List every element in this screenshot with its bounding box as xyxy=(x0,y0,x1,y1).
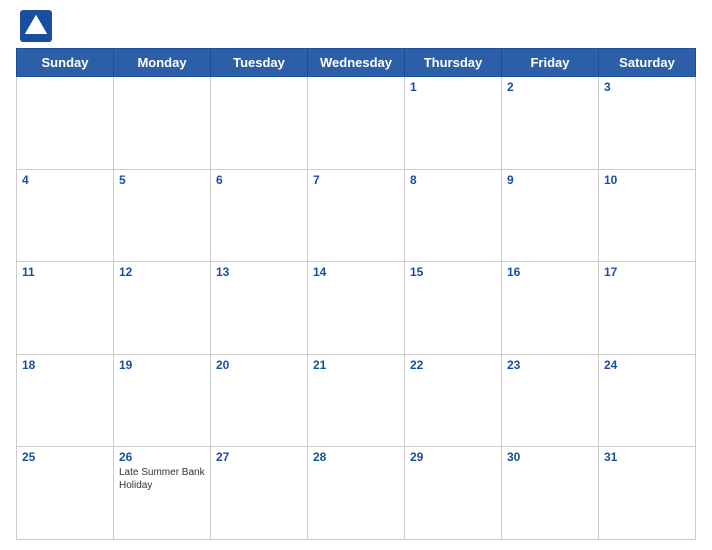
calendar-cell: 13 xyxy=(211,262,308,355)
calendar-cell: 28 xyxy=(308,447,405,540)
calendar-cell: 14 xyxy=(308,262,405,355)
calendar-cell: 12 xyxy=(114,262,211,355)
day-number: 19 xyxy=(119,358,205,372)
calendar-cell xyxy=(114,77,211,170)
calendar-cell: 19 xyxy=(114,354,211,447)
day-number: 11 xyxy=(22,265,108,279)
day-number: 5 xyxy=(119,173,205,187)
day-number: 23 xyxy=(507,358,593,372)
weekday-tuesday: Tuesday xyxy=(211,49,308,77)
weekday-header-row: SundayMondayTuesdayWednesdayThursdayFrid… xyxy=(17,49,696,77)
calendar-cell: 7 xyxy=(308,169,405,262)
calendar-cell: 2 xyxy=(502,77,599,170)
day-number: 13 xyxy=(216,265,302,279)
day-number: 24 xyxy=(604,358,690,372)
calendar-cell: 26 Late Summer Bank Holiday xyxy=(114,447,211,540)
calendar-cell: 6 xyxy=(211,169,308,262)
day-number: 27 xyxy=(216,450,302,464)
calendar-cell: 15 xyxy=(405,262,502,355)
calendar-cell: 11 xyxy=(17,262,114,355)
day-number: 8 xyxy=(410,173,496,187)
calendar-cell: 31 xyxy=(599,447,696,540)
day-number: 16 xyxy=(507,265,593,279)
weekday-saturday: Saturday xyxy=(599,49,696,77)
calendar-cell: 21 xyxy=(308,354,405,447)
calendar-cell: 1 xyxy=(405,77,502,170)
calendar-cell: 27 xyxy=(211,447,308,540)
calendar-cell: 3 xyxy=(599,77,696,170)
calendar-cell: 10 xyxy=(599,169,696,262)
calendar-header xyxy=(16,10,696,42)
calendar-cell xyxy=(211,77,308,170)
calendar-week-3: 11 12 13 14 15 16 17 xyxy=(17,262,696,355)
calendar-cell: 17 xyxy=(599,262,696,355)
calendar-week-2: 456789 10 xyxy=(17,169,696,262)
day-number: 1 xyxy=(410,80,496,94)
weekday-friday: Friday xyxy=(502,49,599,77)
day-number: 7 xyxy=(313,173,399,187)
weekday-monday: Monday xyxy=(114,49,211,77)
day-number: 26 xyxy=(119,450,205,464)
day-number: 14 xyxy=(313,265,399,279)
calendar-cell: 25 xyxy=(17,447,114,540)
day-number: 18 xyxy=(22,358,108,372)
calendar-cell: 24 xyxy=(599,354,696,447)
day-number: 31 xyxy=(604,450,690,464)
day-number: 22 xyxy=(410,358,496,372)
calendar-cell: 20 xyxy=(211,354,308,447)
calendar-cell: 8 xyxy=(405,169,502,262)
day-number: 2 xyxy=(507,80,593,94)
weekday-thursday: Thursday xyxy=(405,49,502,77)
day-number: 25 xyxy=(22,450,108,464)
calendar-table: SundayMondayTuesdayWednesdayThursdayFrid… xyxy=(16,48,696,540)
day-number: 17 xyxy=(604,265,690,279)
calendar-week-1: 123 xyxy=(17,77,696,170)
calendar-cell: 9 xyxy=(502,169,599,262)
weekday-sunday: Sunday xyxy=(17,49,114,77)
calendar-cell: 30 xyxy=(502,447,599,540)
calendar-week-4: 18 19 20 21 22 23 24 xyxy=(17,354,696,447)
day-number: 6 xyxy=(216,173,302,187)
calendar-cell: 18 xyxy=(17,354,114,447)
calendar-cell xyxy=(308,77,405,170)
day-number: 4 xyxy=(22,173,108,187)
day-number: 30 xyxy=(507,450,593,464)
calendar-cell: 22 xyxy=(405,354,502,447)
logo xyxy=(20,10,56,42)
day-number: 12 xyxy=(119,265,205,279)
event-label: Late Summer Bank Holiday xyxy=(119,466,205,492)
calendar-cell: 29 xyxy=(405,447,502,540)
day-number: 3 xyxy=(604,80,690,94)
calendar-week-5: 25 26 Late Summer Bank Holiday 27 28 29 30 31 xyxy=(17,447,696,540)
day-number: 9 xyxy=(507,173,593,187)
calendar-cell xyxy=(17,77,114,170)
calendar-cell: 16 xyxy=(502,262,599,355)
calendar-cell: 4 xyxy=(17,169,114,262)
day-number: 10 xyxy=(604,173,690,187)
logo-icon xyxy=(20,10,52,42)
day-number: 20 xyxy=(216,358,302,372)
day-number: 21 xyxy=(313,358,399,372)
calendar-cell: 23 xyxy=(502,354,599,447)
day-number: 15 xyxy=(410,265,496,279)
weekday-wednesday: Wednesday xyxy=(308,49,405,77)
day-number: 29 xyxy=(410,450,496,464)
calendar-cell: 5 xyxy=(114,169,211,262)
day-number: 28 xyxy=(313,450,399,464)
